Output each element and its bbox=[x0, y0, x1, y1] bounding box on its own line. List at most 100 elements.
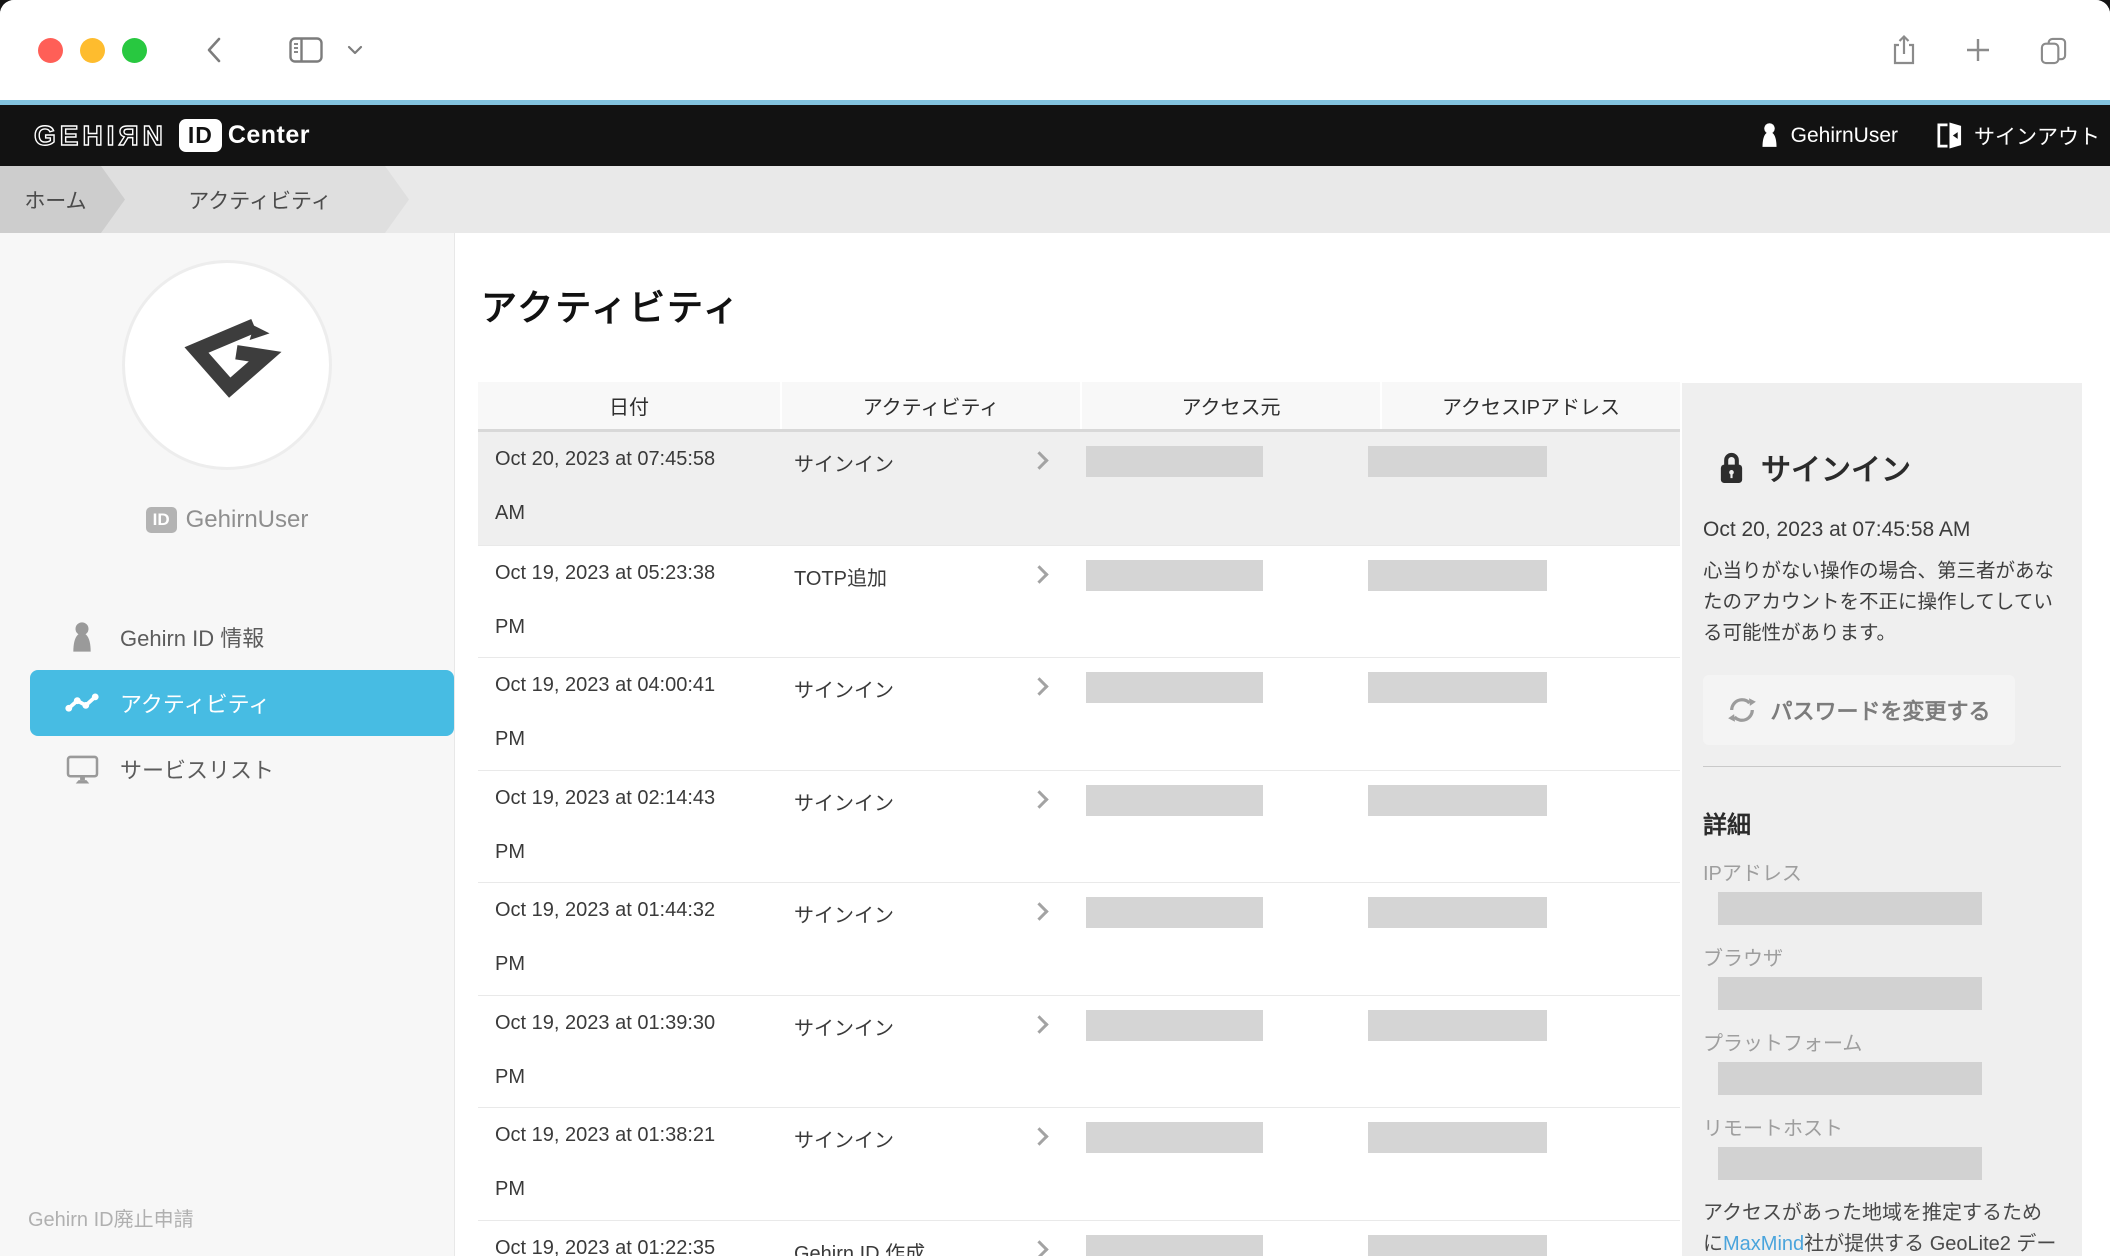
redacted-access-source bbox=[1086, 1122, 1263, 1153]
detail-field-remote-host: リモートホスト bbox=[1703, 1112, 2061, 1180]
table-header: 日付 アクティビティ アクセス元 アクセスIPアドレス bbox=[478, 382, 1680, 432]
redacted-access-source bbox=[1086, 446, 1263, 477]
row-date: Oct 19, 2023 at 04:00:41 bbox=[495, 674, 715, 696]
redacted-access-source bbox=[1086, 1235, 1263, 1256]
row-date: Oct 20, 2023 at 07:45:58 bbox=[495, 448, 715, 470]
back-chevron-icon bbox=[203, 36, 227, 64]
gehirn-id-center-logo[interactable]: GEHIЯN ID Center bbox=[34, 119, 310, 152]
sidebar-toggle-icon bbox=[289, 37, 323, 63]
browser-window: GEHIЯN ID Center GehirnUser サインアウト bbox=[0, 0, 2110, 1256]
panel-timestamp: Oct 20, 2023 at 07:45:58 AM bbox=[1703, 518, 2061, 542]
sidebar-menu-button[interactable] bbox=[347, 45, 363, 55]
sidebar-menu: Gehirn ID 情報 アクティビティ bbox=[0, 604, 454, 802]
row-period: PM bbox=[495, 1178, 780, 1201]
row-date: Oct 19, 2023 at 01:44:32 bbox=[495, 899, 715, 921]
redacted-access-ip bbox=[1368, 897, 1547, 928]
sidebar: ID GehirnUser Gehirn ID 情報 bbox=[0, 233, 455, 1256]
row-chevron-icon bbox=[1030, 902, 1048, 920]
traffic-lights bbox=[38, 38, 147, 63]
signout-button[interactable]: サインアウト bbox=[1934, 121, 2100, 151]
row-chevron-icon bbox=[1030, 790, 1048, 808]
avatar bbox=[122, 260, 332, 470]
header-username: GehirnUser bbox=[1791, 124, 1898, 148]
gehirn-id-abolish-link[interactable]: Gehirn ID廃止申請 bbox=[28, 1203, 194, 1232]
tab-overview-button[interactable] bbox=[2039, 36, 2068, 65]
signout-label: サインアウト bbox=[1974, 121, 2100, 151]
panel-warning-text: 心当りがない操作の場合、第三者があなたのアカウントを不正に操作してしている可能性… bbox=[1703, 556, 2061, 649]
minimize-window-button[interactable] bbox=[80, 38, 105, 63]
row-activity: サインイン bbox=[794, 1130, 894, 1152]
close-window-button[interactable] bbox=[38, 38, 63, 63]
row-date: Oct 19, 2023 at 05:23:38 bbox=[495, 562, 715, 584]
zoom-window-button[interactable] bbox=[122, 38, 147, 63]
redacted-value bbox=[1718, 977, 1982, 1010]
details-heading: 詳細 bbox=[1703, 805, 2061, 840]
table-row[interactable]: Oct 19, 2023 at 01:38:21PM サインイン bbox=[478, 1107, 1680, 1220]
user-icon bbox=[1759, 122, 1780, 149]
plus-icon bbox=[1965, 37, 1991, 63]
header-user-menu[interactable]: GehirnUser bbox=[1759, 122, 1898, 149]
row-activity: サインイン bbox=[794, 454, 894, 476]
row-period: PM bbox=[495, 1066, 780, 1089]
sidebar-item-service-list[interactable]: サービスリスト bbox=[0, 736, 454, 802]
row-chevron-icon bbox=[1030, 1127, 1048, 1145]
column-header-date: 日付 bbox=[478, 382, 780, 429]
row-period: PM bbox=[495, 953, 780, 976]
row-activity: サインイン bbox=[794, 793, 894, 815]
table-row[interactable]: Oct 20, 2023 at 07:45:58 AM サインイン bbox=[478, 432, 1680, 545]
signout-door-icon bbox=[1934, 121, 1963, 150]
redacted-access-ip bbox=[1368, 1122, 1547, 1153]
row-activity: サインイン bbox=[794, 680, 894, 702]
redacted-access-source bbox=[1086, 560, 1263, 591]
table-row[interactable]: Oct 19, 2023 at 02:14:43PM サインイン bbox=[478, 770, 1680, 883]
row-chevron-icon bbox=[1030, 677, 1048, 695]
share-button[interactable] bbox=[1891, 34, 1917, 66]
row-date: Oct 19, 2023 at 01:22:35 bbox=[495, 1237, 715, 1256]
row-activity: サインイン bbox=[794, 905, 894, 927]
new-tab-button[interactable] bbox=[1965, 37, 1991, 63]
detail-panel: サインイン Oct 20, 2023 at 07:45:58 AM 心当りがない… bbox=[1682, 383, 2082, 1256]
redacted-access-source bbox=[1086, 785, 1263, 816]
logo-center-text: Center bbox=[228, 121, 310, 150]
field-label: リモートホスト bbox=[1703, 1112, 2061, 1141]
sidebar-toggle-button[interactable] bbox=[289, 37, 323, 63]
table-row[interactable]: Oct 19, 2023 at 01:22:35 Gehirn ID 作成 bbox=[478, 1220, 1680, 1256]
redacted-access-ip bbox=[1368, 1010, 1547, 1041]
field-label: ブラウザ bbox=[1703, 942, 2061, 971]
breadcrumb-activity[interactable]: アクティビティ bbox=[101, 166, 409, 233]
row-chevron-icon bbox=[1030, 1240, 1048, 1256]
redacted-access-ip bbox=[1368, 785, 1547, 816]
row-date: Oct 19, 2023 at 02:14:43 bbox=[495, 787, 715, 809]
field-label: IPアドレス bbox=[1703, 857, 2061, 886]
redacted-access-source bbox=[1086, 1010, 1263, 1041]
maxmind-link[interactable]: MaxMind bbox=[1723, 1233, 1804, 1255]
sidebar-item-activity[interactable]: アクティビティ bbox=[30, 670, 454, 736]
redacted-value bbox=[1718, 1147, 1982, 1180]
breadcrumb-home[interactable]: ホーム bbox=[0, 166, 125, 233]
row-chevron-icon bbox=[1030, 1015, 1048, 1033]
logo-id-badge: ID bbox=[179, 119, 222, 152]
sidebar-user-id: ID GehirnUser bbox=[0, 506, 454, 534]
activity-pulse-icon bbox=[64, 692, 100, 715]
sidebar-item-label: アクティビティ bbox=[120, 687, 270, 719]
row-chevron-icon bbox=[1030, 565, 1048, 583]
redacted-access-source bbox=[1086, 897, 1263, 928]
main-content: アクティビティ 日付 アクティビティ アクセス元 アクセスIPアドレス Oct … bbox=[455, 233, 2110, 1256]
row-period: AM bbox=[495, 502, 780, 525]
table-row[interactable]: Oct 19, 2023 at 01:39:30PM サインイン bbox=[478, 995, 1680, 1108]
redacted-access-source bbox=[1086, 672, 1263, 703]
change-password-button[interactable]: パスワードを変更する bbox=[1703, 675, 2015, 745]
table-row[interactable]: Oct 19, 2023 at 05:23:38PM TOTP追加 bbox=[478, 545, 1680, 658]
panel-divider bbox=[1703, 766, 2061, 767]
id-badge: ID bbox=[146, 507, 177, 533]
back-button[interactable] bbox=[203, 36, 227, 64]
redacted-access-ip bbox=[1368, 1235, 1547, 1256]
browser-toolbar bbox=[0, 0, 2110, 100]
gehirn-logo-mark-icon bbox=[171, 319, 284, 412]
panel-title: サインイン bbox=[1761, 445, 1911, 489]
table-row[interactable]: Oct 19, 2023 at 04:00:41PM サインイン bbox=[478, 657, 1680, 770]
redacted-value bbox=[1718, 892, 1982, 925]
table-row[interactable]: Oct 19, 2023 at 01:44:32 PM サインイン bbox=[478, 882, 1680, 995]
sidebar-item-gehirn-id-info[interactable]: Gehirn ID 情報 bbox=[0, 604, 454, 670]
logo-gehirn-text: GEHIЯN bbox=[34, 120, 167, 152]
